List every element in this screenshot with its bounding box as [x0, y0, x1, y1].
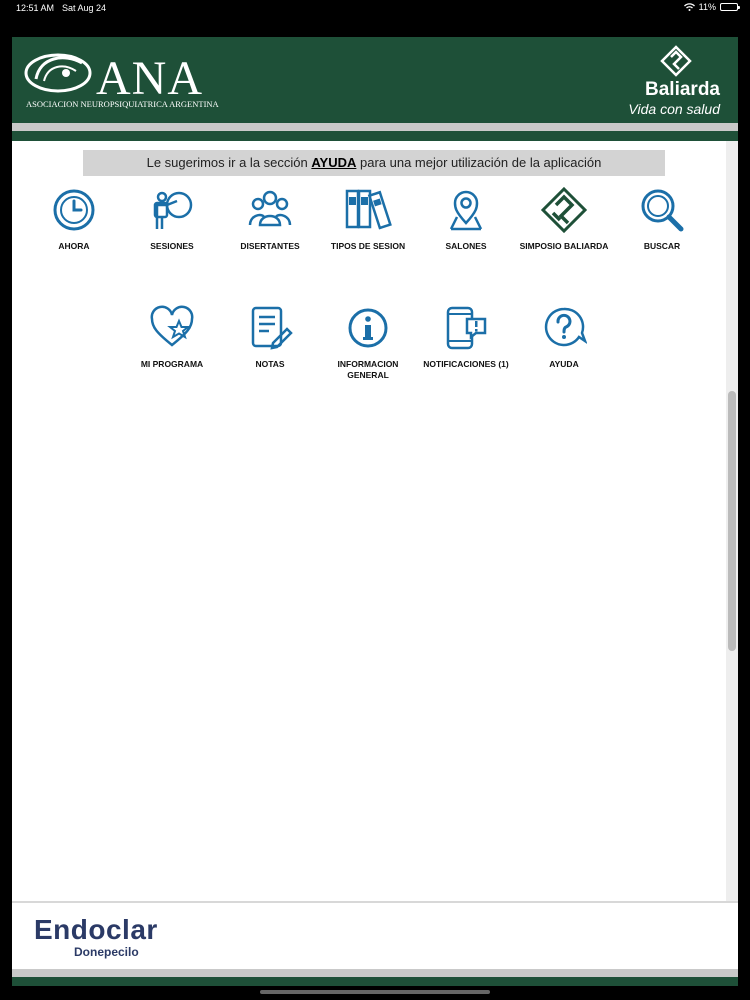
- menu-label: AYUDA: [549, 359, 579, 369]
- status-date: Sat Aug 24: [62, 3, 107, 13]
- scrollbar-thumb[interactable]: [728, 391, 736, 651]
- menu-item-sesiones[interactable]: SESIONES: [124, 187, 220, 252]
- help-hint-banner: Le sugerimos ir a la sección AYUDA para …: [83, 150, 665, 176]
- footer-divider-green: [12, 977, 738, 986]
- status-time: 12:51 AM: [16, 3, 55, 13]
- wifi-icon: [683, 3, 695, 11]
- heart-star-icon: [150, 305, 194, 347]
- menu-item-disertantes[interactable]: DISERTANTES: [222, 187, 318, 252]
- menu-item-informacion-general[interactable]: INFORMACION GENERAL: [320, 305, 416, 381]
- footer-brand: Endoclar: [34, 914, 158, 945]
- people-icon: [248, 190, 292, 227]
- menu-item-ahora[interactable]: AHORA: [26, 187, 122, 252]
- hint-help-link[interactable]: AYUDA: [311, 155, 356, 170]
- map-pin-icon: [449, 190, 483, 231]
- menu-label: SESIONES: [150, 241, 194, 251]
- menu-label: AHORA: [58, 241, 90, 251]
- baliarda-icon: [541, 187, 587, 233]
- header: ANA ASOCIACION NEUROPSIQUIATRICA ARGENTI…: [12, 37, 738, 123]
- battery-icon: [720, 3, 740, 11]
- ana-logo-mark-icon: [24, 53, 92, 93]
- hint-suffix: para una mejor utilización de la aplicac…: [356, 155, 602, 170]
- menu-label: MI PROGRAMA: [140, 359, 204, 369]
- menu-label: TIPOS DE SESION: [330, 241, 406, 251]
- app-window: ANA ASOCIACION NEUROPSIQUIATRICA ARGENTI…: [12, 37, 738, 986]
- baliarda-mark-icon: [660, 45, 692, 77]
- notes-icon: [251, 306, 293, 350]
- search-icon: [641, 189, 684, 232]
- menu-label: DISERTANTES: [240, 241, 300, 251]
- menu-label: NOTAS: [255, 359, 285, 369]
- menu-item-buscar[interactable]: BUSCAR: [614, 187, 710, 252]
- status-right: 11%: [683, 2, 740, 12]
- ana-logo: ANA ASOCIACION NEUROPSIQUIATRICA ARGENTI…: [24, 49, 219, 113]
- menu-label: NOTIFICACIONES (1): [423, 359, 509, 369]
- scrollbar[interactable]: [726, 141, 738, 938]
- clock-icon: [53, 189, 95, 231]
- logo-subtitle: ASOCIACION NEUROPSIQUIATRICA ARGENTINA: [26, 99, 219, 109]
- hint-prefix: Le sugerimos ir a la sección: [146, 155, 312, 170]
- status-bar: 12:51 AM Sat Aug 24 11%: [0, 0, 750, 16]
- menu-item-simposio-baliarda[interactable]: SIMPOSIO BALIARDA: [516, 187, 612, 252]
- header-divider: [12, 123, 738, 131]
- books-icon: [345, 189, 392, 230]
- sponsor-tagline: Vida con salud: [628, 101, 720, 117]
- endoclar-ad[interactable]: Endoclar Donepecilo: [34, 914, 158, 960]
- menu-item-notas[interactable]: NOTAS: [222, 305, 318, 370]
- footer-subtitle: Donepecilo: [74, 945, 139, 959]
- notification-icon: [446, 306, 487, 350]
- footer-banner: Endoclar Donepecilo: [12, 901, 738, 986]
- logo-text: ANA: [96, 52, 203, 105]
- main-content: Le sugerimos ir a la sección AYUDA para …: [12, 141, 724, 901]
- baliarda-logo: Baliarda Vida con salud: [600, 45, 720, 121]
- footer-divider: [12, 969, 738, 977]
- sponsor-name: Baliarda: [645, 79, 720, 100]
- menu-label: BUSCAR: [643, 241, 681, 251]
- info-icon: [348, 308, 388, 348]
- home-indicator[interactable]: [260, 990, 490, 994]
- battery-percent: 11%: [698, 2, 716, 12]
- presenter-icon: [153, 191, 193, 229]
- header-divider-green: [12, 131, 738, 141]
- menu-label: SALONES: [445, 241, 487, 251]
- menu-item-ayuda[interactable]: AYUDA: [516, 305, 612, 370]
- menu-label: INFORMACION GENERAL: [337, 359, 399, 380]
- menu-item-tipos-de-sesion[interactable]: TIPOS DE SESION: [320, 187, 416, 252]
- help-icon: [544, 307, 587, 347]
- menu-item-salones[interactable]: SALONES: [418, 187, 514, 252]
- menu-item-notificaciones[interactable]: NOTIFICACIONES (1): [418, 305, 514, 370]
- menu-label: SIMPOSIO BALIARDA: [519, 241, 609, 251]
- menu-item-mi-programa[interactable]: MI PROGRAMA: [124, 305, 220, 370]
